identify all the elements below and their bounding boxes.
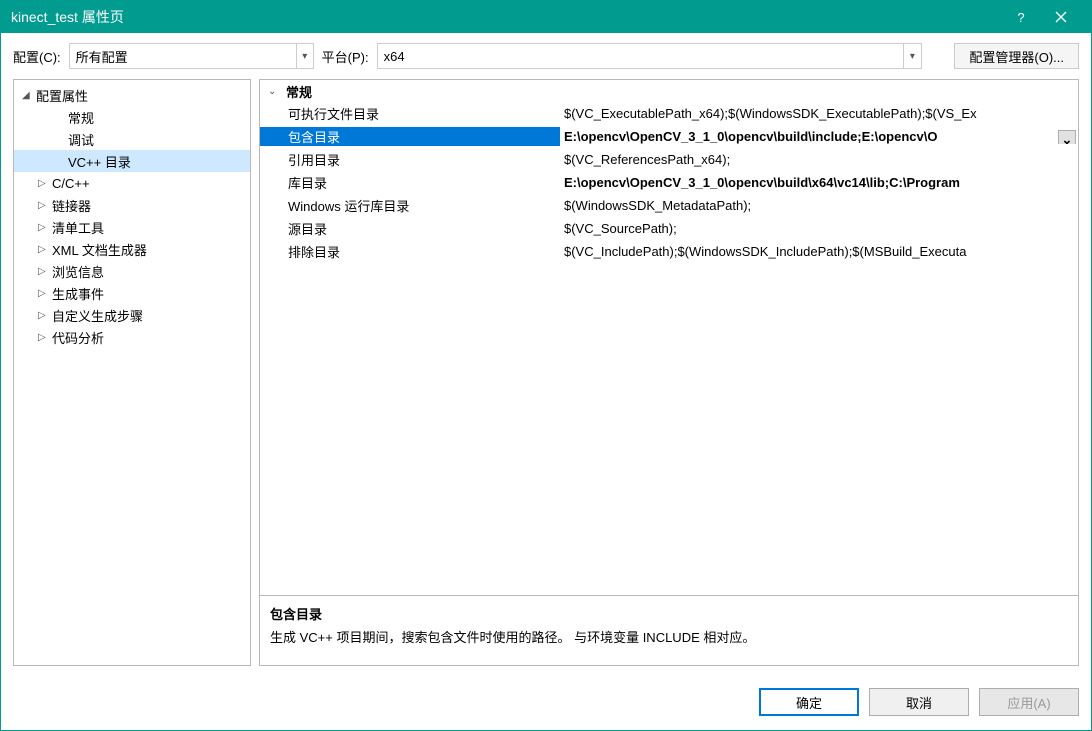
tree-item-label: 自定义生成步骤 — [52, 306, 143, 325]
property-value[interactable]: $(WindowsSDK_MetadataPath); — [560, 198, 1078, 213]
property-name: Windows 运行库目录 — [260, 196, 560, 215]
platform-combo[interactable]: ▾ — [377, 43, 922, 69]
window-title: kinect_test 属性页 — [11, 7, 1001, 27]
body: ◢ 配置属性 常规调试VC++ 目录▷C/C++▷链接器▷清单工具▷XML 文档… — [1, 79, 1091, 676]
grid-group-header[interactable]: ⌄ 常规 — [260, 80, 1078, 102]
tree-item[interactable]: ▷自定义生成步骤 — [14, 304, 250, 326]
expand-icon: ▷ — [38, 332, 52, 343]
chevron-down-icon: ⌄ — [1062, 132, 1073, 144]
tree-item-label: VC++ 目录 — [68, 152, 131, 171]
help-button[interactable]: ? — [1001, 1, 1041, 33]
group-label: 常规 — [286, 82, 312, 101]
close-icon — [1055, 11, 1067, 23]
collapse-icon: ⌄ — [268, 86, 280, 97]
tree-item[interactable]: 常规 — [14, 106, 250, 128]
tree-item[interactable]: 调试 — [14, 128, 250, 150]
tree-item-label: 调试 — [68, 130, 94, 149]
property-name: 源目录 — [260, 219, 560, 238]
property-name: 排除目录 — [260, 242, 560, 261]
tree-item[interactable]: ▷XML 文档生成器 — [14, 238, 250, 260]
property-name: 库目录 — [260, 173, 560, 192]
property-row[interactable]: 库目录E:\opencv\OpenCV_3_1_0\opencv\build\x… — [260, 171, 1078, 194]
apply-button[interactable]: 应用(A) — [979, 688, 1079, 716]
desc-text: 生成 VC++ 项目期间，搜索包含文件时使用的路径。 与环境变量 INCLUDE… — [270, 627, 1068, 646]
config-input[interactable] — [70, 49, 296, 64]
tree-item[interactable]: ▷代码分析 — [14, 326, 250, 348]
expand-icon: ▷ — [38, 178, 52, 189]
tree-item-label: 代码分析 — [52, 328, 104, 347]
property-row[interactable]: 可执行文件目录$(VC_ExecutablePath_x64);$(Window… — [260, 102, 1078, 125]
ok-button[interactable]: 确定 — [759, 688, 859, 716]
titlebar: kinect_test 属性页 ? — [1, 1, 1091, 33]
property-row[interactable]: 包含目录E:\opencv\OpenCV_3_1_0\opencv\build\… — [260, 125, 1078, 148]
expand-icon: ▷ — [38, 266, 52, 277]
tree-item[interactable]: ▷C/C++ — [14, 172, 250, 194]
tree-item[interactable]: ▷生成事件 — [14, 282, 250, 304]
config-label: 配置(C): — [13, 47, 61, 66]
tree-item-label: 链接器 — [52, 196, 91, 215]
footer: 确定 取消 应用(A) — [1, 676, 1091, 730]
property-row[interactable]: 源目录$(VC_SourcePath); — [260, 217, 1078, 240]
expand-icon: ▷ — [38, 244, 52, 255]
tree-item[interactable]: ▷浏览信息 — [14, 260, 250, 282]
platform-label: 平台(P): — [322, 47, 369, 66]
tree-item[interactable]: ▷清单工具 — [14, 216, 250, 238]
dropdown-button[interactable]: ⌄ — [1058, 130, 1076, 144]
property-name: 可执行文件目录 — [260, 104, 560, 123]
property-value[interactable]: $(VC_IncludePath);$(WindowsSDK_IncludePa… — [560, 244, 1078, 259]
tree-item[interactable]: VC++ 目录 — [14, 150, 250, 172]
property-value[interactable]: $(VC_ReferencesPath_x64); — [560, 152, 1078, 167]
cancel-button[interactable]: 取消 — [869, 688, 969, 716]
property-grid: ⌄ 常规 可执行文件目录$(VC_ExecutablePath_x64);$(W… — [259, 79, 1079, 596]
property-value[interactable]: $(VC_ExecutablePath_x64);$(WindowsSDK_Ex… — [560, 106, 1078, 121]
tree-item-label: 生成事件 — [52, 284, 104, 303]
config-manager-button[interactable]: 配置管理器(O)... — [954, 43, 1079, 69]
property-value[interactable]: E:\opencv\OpenCV_3_1_0\opencv\build\x64\… — [560, 175, 1078, 190]
collapse-icon: ◢ — [22, 90, 36, 101]
property-name: 包含目录 — [260, 127, 560, 146]
tree-item-label: 清单工具 — [52, 218, 104, 237]
property-pages-dialog: kinect_test 属性页 ? 配置(C): ▾ 平台(P): ▾ 配置管理… — [0, 0, 1092, 731]
nav-tree[interactable]: ◢ 配置属性 常规调试VC++ 目录▷C/C++▷链接器▷清单工具▷XML 文档… — [13, 79, 251, 666]
close-button[interactable] — [1041, 1, 1081, 33]
description-panel: 包含目录 生成 VC++ 项目期间，搜索包含文件时使用的路径。 与环境变量 IN… — [259, 596, 1079, 666]
property-row[interactable]: 引用目录$(VC_ReferencesPath_x64); — [260, 148, 1078, 171]
property-row[interactable]: 排除目录$(VC_IncludePath);$(WindowsSDK_Inclu… — [260, 240, 1078, 263]
tree-item[interactable]: ▷链接器 — [14, 194, 250, 216]
desc-title: 包含目录 — [270, 604, 1068, 623]
toolbar: 配置(C): ▾ 平台(P): ▾ 配置管理器(O)... — [1, 33, 1091, 79]
chevron-down-icon: ▾ — [903, 44, 920, 68]
config-combo[interactable]: ▾ — [69, 43, 314, 69]
tree-label: 配置属性 — [36, 86, 88, 105]
property-value[interactable]: E:\opencv\OpenCV_3_1_0\opencv\build\incl… — [560, 129, 1078, 144]
property-name: 引用目录 — [260, 150, 560, 169]
tree-root[interactable]: ◢ 配置属性 — [14, 84, 250, 106]
content-pane: ⌄ 常规 可执行文件目录$(VC_ExecutablePath_x64);$(W… — [259, 79, 1079, 666]
tree-item-label: XML 文档生成器 — [52, 240, 147, 259]
tree-item-label: 浏览信息 — [52, 262, 104, 281]
expand-icon: ▷ — [38, 222, 52, 233]
expand-icon: ▷ — [38, 310, 52, 321]
chevron-down-icon: ▾ — [296, 44, 313, 68]
tree-item-label: 常规 — [68, 108, 94, 127]
property-value[interactable]: $(VC_SourcePath); — [560, 221, 1078, 236]
expand-icon: ▷ — [38, 200, 52, 211]
platform-input[interactable] — [378, 49, 904, 64]
expand-icon: ▷ — [38, 288, 52, 299]
property-row[interactable]: Windows 运行库目录$(WindowsSDK_MetadataPath); — [260, 194, 1078, 217]
tree-item-label: C/C++ — [52, 176, 90, 191]
